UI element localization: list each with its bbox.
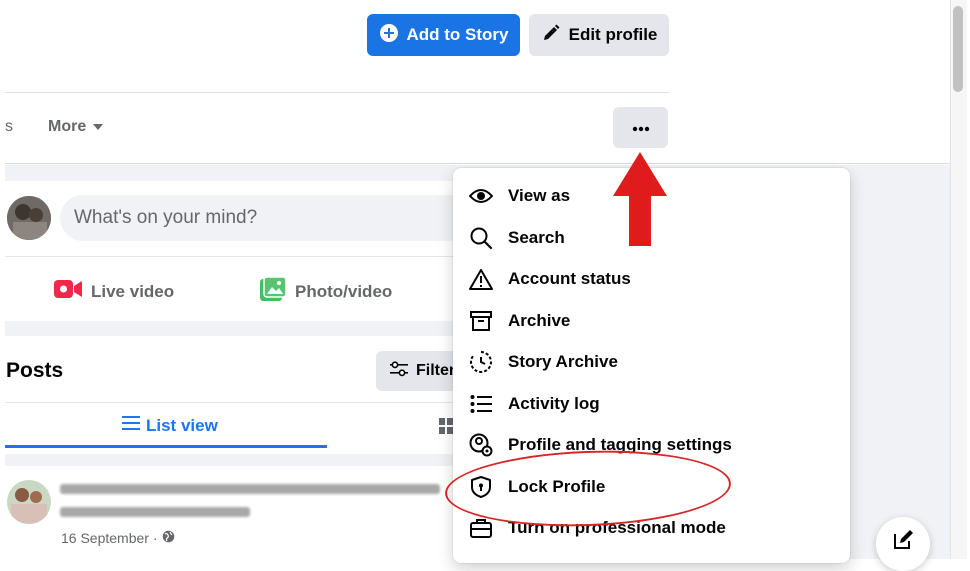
post-date-label: 16 September · (61, 530, 158, 546)
profile-settings-icon (467, 431, 495, 459)
tab-partial[interactable]: s (5, 118, 13, 136)
user-avatar[interactable] (7, 196, 51, 240)
posts-title: Posts (6, 359, 64, 382)
menu-item-story-archive[interactable]: Story Archive (453, 342, 850, 382)
menu-label: Activity log (508, 394, 600, 413)
archive-icon (467, 307, 495, 335)
tabstrip-divider (5, 163, 950, 164)
redacted-author-line (60, 484, 440, 494)
menu-label: Search (508, 228, 565, 247)
photo-video-icon (259, 276, 287, 307)
live-video-button[interactable]: Live video (53, 278, 174, 305)
photo-video-button[interactable]: Photo/video (259, 276, 392, 307)
warning-icon (467, 265, 495, 293)
search-icon (467, 224, 495, 252)
menu-label: Archive (508, 311, 571, 330)
avatar-photo-icon (7, 196, 51, 240)
list-icon (467, 390, 495, 418)
add-to-story-button[interactable]: Add to Story (367, 14, 520, 56)
composer-placeholder: What's on your mind? (74, 207, 258, 228)
author-photo-icon (7, 480, 51, 524)
tab-more[interactable]: More (48, 118, 104, 136)
menu-label: Story Archive (508, 352, 618, 371)
menu-label: Account status (508, 269, 631, 288)
menu-item-activity-log[interactable]: Activity log (453, 384, 850, 424)
photo-video-label: Photo/video (295, 281, 393, 301)
eye-icon (467, 182, 495, 210)
edit-profile-button[interactable]: Edit profile (529, 14, 669, 56)
redacted-tag-line (60, 507, 250, 517)
add-to-story-label: Add to Story (406, 25, 509, 44)
plus-circle-icon (379, 23, 399, 48)
live-video-label: Live video (91, 281, 175, 301)
list-view-label: List view (146, 415, 218, 435)
more-options-button[interactable] (613, 107, 668, 148)
caret-down-icon (92, 118, 104, 136)
filters-label: Filter (416, 362, 456, 379)
grid-view-tab[interactable] (439, 418, 453, 439)
new-message-button[interactable] (876, 517, 930, 571)
header-divider (5, 92, 669, 93)
grid-icon (439, 418, 453, 438)
ellipsis-icon (631, 119, 651, 137)
story-archive-icon (467, 348, 495, 376)
list-lines-icon (122, 415, 140, 436)
menu-item-account-status[interactable]: Account status (453, 259, 850, 299)
whats-on-your-mind-input[interactable]: What's on your mind? (60, 195, 480, 241)
menu-label: View as (508, 186, 571, 205)
scrollbar-thumb[interactable] (953, 6, 963, 92)
post-author-avatar[interactable] (7, 480, 51, 524)
list-view-tab[interactable]: List view (122, 415, 218, 436)
globe-icon (162, 530, 175, 546)
annotation-arrow-icon (613, 152, 667, 246)
sliders-icon (390, 360, 408, 382)
posts-divider (5, 402, 525, 403)
live-video-icon (53, 278, 83, 305)
list-view-active-indicator (5, 445, 327, 448)
menu-item-archive[interactable]: Archive (453, 301, 850, 341)
composer-divider (5, 256, 525, 257)
edit-profile-label: Edit profile (568, 25, 658, 44)
compose-icon (892, 529, 914, 556)
tab-more-label: More (48, 118, 87, 135)
pencil-icon (541, 23, 561, 48)
tab-partial-label: s (5, 118, 13, 135)
post-timestamp[interactable]: 16 September · (61, 530, 175, 546)
